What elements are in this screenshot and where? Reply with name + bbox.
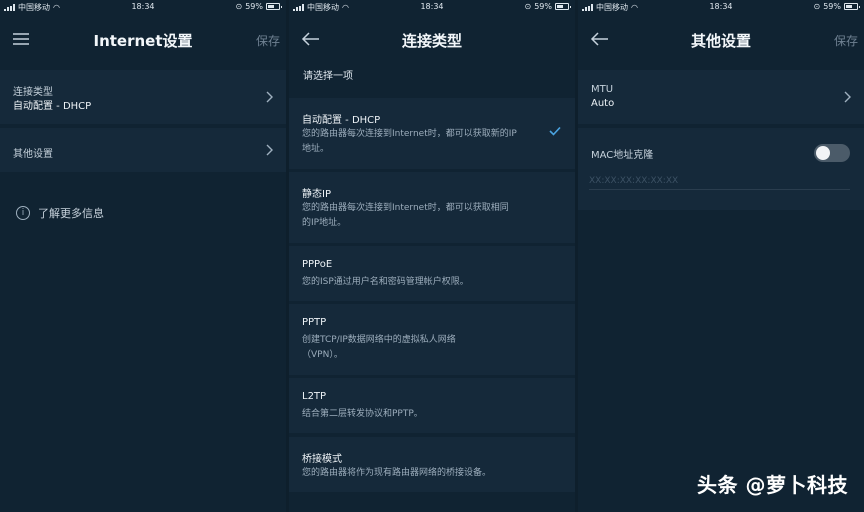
connection-type-row[interactable]: 连接类型 自动配置 - DHCP	[0, 70, 286, 124]
mac-clone-section: MAC地址克隆	[578, 128, 864, 210]
option-name: PPTP	[302, 317, 327, 328]
option-static-ip[interactable]: 静态IP 您的路由器每次连接到Internet时，都可以获取相同的IP地址。	[289, 172, 575, 243]
other-settings-screen: 中国移动 ◠ 18:34 ⊙ 59% 其他设置 保存 MTU Auto MAC地…	[578, 0, 864, 512]
battery-percent: 59%	[823, 2, 841, 11]
header: 其他设置 保存	[578, 22, 864, 56]
option-name: 自动配置 - DHCP	[302, 115, 381, 126]
option-l2tp[interactable]: L2TP 结合第二层转发协议和PPTP。	[289, 378, 575, 433]
option-pptp[interactable]: PPTP 创建TCP/IP数据网络中的虚拟私人网络（VPN）。	[289, 304, 575, 375]
battery-icon	[555, 3, 571, 10]
page-title: 其他设置	[690, 32, 751, 50]
mtu-row[interactable]: MTU Auto	[578, 70, 864, 124]
option-name: PPPoE	[302, 259, 333, 270]
battery-icon	[266, 3, 282, 10]
select-prompt: 请选择一项	[303, 71, 353, 82]
mac-clone-toggle[interactable]	[814, 144, 850, 162]
chevron-right-icon	[266, 144, 273, 156]
option-name: 桥接模式	[302, 454, 342, 465]
page-title: 连接类型	[401, 32, 462, 50]
option-description: 结合第二层转发协议和PPTP。	[302, 409, 423, 419]
option-description: 创建TCP/IP数据网络中的虚拟私人网络（VPN）。	[302, 335, 456, 360]
mac-address-input[interactable]	[589, 172, 850, 190]
mtu-value: Auto	[591, 98, 615, 109]
option-bridge-mode[interactable]: 桥接模式 您的路由器将作为现有路由器网络的桥接设备。	[289, 437, 575, 492]
option-description: 您的路由器将作为现有路由器网络的桥接设备。	[302, 468, 492, 478]
mac-clone-label: MAC地址克隆	[591, 150, 654, 161]
learn-more-label: 了解更多信息	[38, 207, 104, 220]
save-button[interactable]: 保存	[256, 32, 280, 49]
chevron-right-icon	[844, 91, 851, 103]
watermark: 头条 @萝卜科技	[697, 473, 848, 497]
info-icon: i	[16, 206, 30, 220]
option-description: 您的路由器每次连接到Internet时，都可以获取新的IP地址。	[302, 129, 517, 154]
battery-icon	[844, 3, 860, 10]
option-description: 您的路由器每次连接到Internet时，都可以获取相同的IP地址。	[302, 203, 509, 228]
chevron-right-icon	[266, 91, 273, 103]
alarm-icon: ⊙	[235, 2, 243, 11]
header: 连接类型	[289, 22, 575, 56]
save-button[interactable]: 保存	[834, 32, 858, 49]
other-settings-row[interactable]: 其他设置	[0, 128, 286, 172]
option-dhcp[interactable]: 自动配置 - DHCP 您的路由器每次连接到Internet时，都可以获取新的I…	[289, 98, 575, 169]
other-settings-label: 其他设置	[13, 149, 53, 160]
battery-percent: 59%	[534, 2, 552, 11]
status-bar: 中国移动 ◠ 18:34 ⊙ 59%	[0, 0, 286, 14]
battery-percent: 59%	[245, 2, 263, 11]
status-bar: 中国移动 ◠ 18:34 ⊙ 59%	[578, 0, 864, 14]
option-name: L2TP	[302, 391, 327, 402]
mtu-label: MTU	[591, 84, 614, 95]
status-bar: 中国移动 ◠ 18:34 ⊙ 59%	[289, 0, 575, 14]
alarm-icon: ⊙	[524, 2, 532, 11]
connection-type-value: 自动配置 - DHCP	[13, 101, 92, 112]
internet-settings-screen: 中国移动 ◠ 18:34 ⊙ 59% Internet设置 保存 连接类型 自动…	[0, 0, 286, 512]
alarm-icon: ⊙	[813, 2, 821, 11]
connection-type-screen: 中国移动 ◠ 18:34 ⊙ 59% 连接类型 请选择一项 自动配置 - DHC…	[289, 0, 575, 512]
learn-more-link[interactable]: i 了解更多信息	[16, 205, 104, 221]
checkmark-icon	[549, 126, 561, 136]
page-title: Internet设置	[93, 32, 193, 50]
toggle-knob	[816, 146, 830, 160]
option-description: 您的ISP通过用户名和密码管理帐户权限。	[302, 277, 469, 287]
option-pppoe[interactable]: PPPoE 您的ISP通过用户名和密码管理帐户权限。	[289, 246, 575, 301]
connection-type-label: 连接类型	[13, 87, 53, 98]
option-name: 静态IP	[302, 189, 331, 200]
header: Internet设置 保存	[0, 22, 286, 56]
